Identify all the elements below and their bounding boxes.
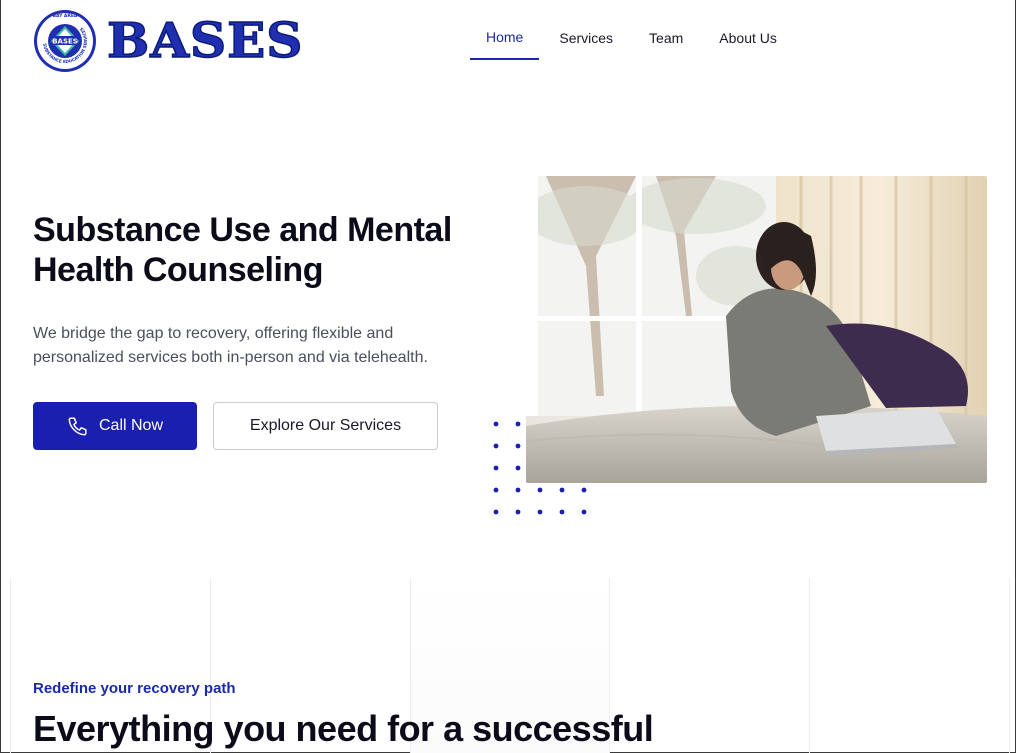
nav-item-home[interactable]: Home	[470, 21, 540, 60]
hero-subtitle: We bridge the gap to recovery, offering …	[33, 325, 428, 366]
section-eyebrow: Redefine your recovery path	[33, 680, 236, 697]
grid-column	[809, 578, 1010, 753]
seal-center-text: BASES	[52, 38, 78, 46]
call-now-button[interactable]: Call Now	[33, 402, 197, 450]
brand-seal-icon: BASES SUBSTANCE EDUCATION SERVICES BAY A…	[34, 10, 96, 72]
section-title: Everything you need for a successful	[33, 708, 654, 749]
seal-top-text: BAY AREA	[53, 13, 78, 19]
explore-services-label: Explore Our Services	[249, 417, 402, 434]
nav-item-services[interactable]: Services	[543, 22, 629, 63]
phone-icon	[68, 417, 87, 436]
hero-photo	[526, 176, 987, 483]
call-now-label: Call Now	[98, 417, 163, 434]
hero-title: Substance Use and Mental Health Counseli…	[33, 211, 452, 289]
nav-item-team[interactable]: Team	[633, 22, 699, 63]
brand-name: BASES	[106, 12, 304, 69]
explore-services-button[interactable]: Explore Our Services	[213, 402, 438, 450]
nav-item-about-us[interactable]: About Us	[703, 22, 793, 63]
brand-logo[interactable]: BASES SUBSTANCE EDUCATION SERVICES BAY A…	[33, 9, 303, 73]
main-nav: Home Services Team About Us	[470, 22, 797, 63]
